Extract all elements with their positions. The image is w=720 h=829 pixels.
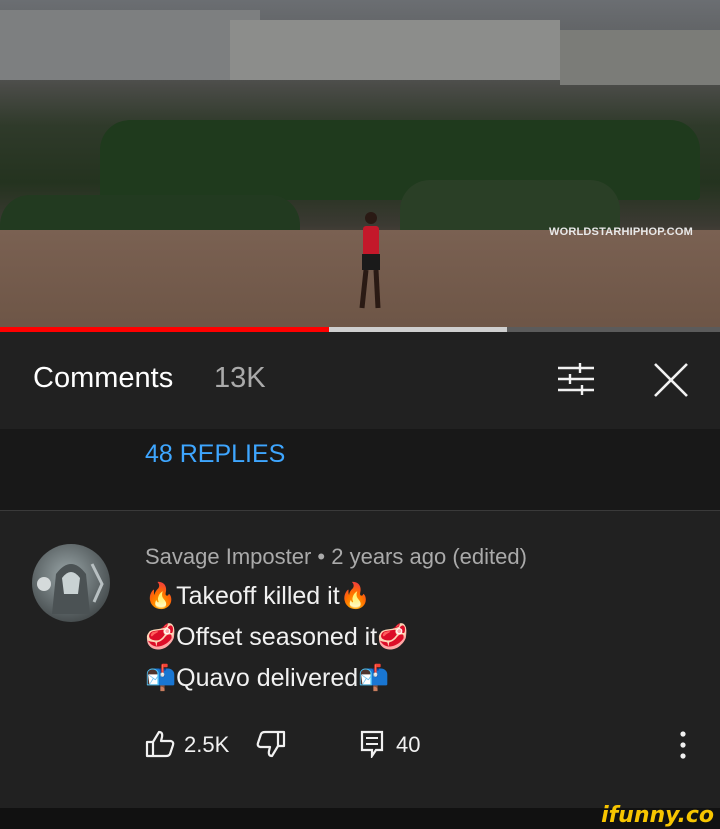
- footer-bar: ifunny.co: [0, 803, 720, 829]
- reply-count: 40: [396, 732, 421, 757]
- view-replies-button[interactable]: 48 REPLIES: [145, 440, 285, 469]
- comment-text-line: 🔥Takeoff killed it🔥: [145, 582, 371, 610]
- more-options-icon[interactable]: [676, 730, 690, 760]
- video-watermark: WORLDSTARHIPHOP.COM: [549, 226, 693, 238]
- like-icon[interactable]: [145, 730, 175, 758]
- comment-text-line: 🥩Offset seasoned it🥩: [145, 623, 409, 651]
- sort-filter-icon[interactable]: [556, 362, 596, 396]
- video-frame-building: [230, 20, 560, 80]
- video-frame-building: [560, 30, 720, 85]
- comments-count: 13K: [214, 362, 266, 394]
- comments-title: Comments: [33, 362, 174, 394]
- video-player[interactable]: WORLDSTARHIPHOP.COM: [0, 0, 720, 332]
- comment-text-line: 📬Quavo delivered📬: [145, 664, 390, 692]
- like-count: 2.5K: [184, 732, 230, 757]
- video-frame-building: [0, 10, 260, 80]
- comment-actions: 2.5K 40: [0, 727, 720, 761]
- avatar[interactable]: [32, 544, 110, 622]
- replies-thread-row: [0, 429, 720, 511]
- divider: [0, 510, 720, 511]
- comment-meta: Savage Imposter • 2 years ago (edited): [145, 544, 527, 569]
- ifunny-watermark: ifunny.co: [601, 803, 714, 828]
- video-frame-player-figure: [359, 212, 381, 309]
- dislike-icon[interactable]: [256, 730, 286, 758]
- close-icon[interactable]: [652, 361, 690, 399]
- reply-icon[interactable]: [360, 730, 384, 758]
- avatar-image: [37, 563, 104, 614]
